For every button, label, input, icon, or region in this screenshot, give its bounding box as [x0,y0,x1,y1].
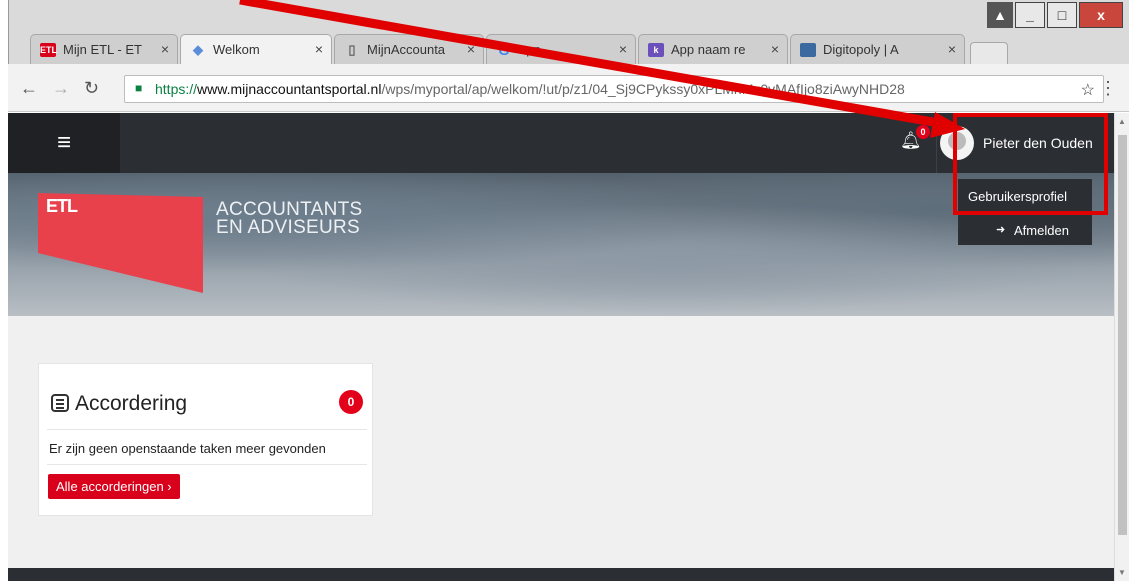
address-bar[interactable]: ■ https://www.mijnaccountantsportal.nl/w… [124,75,1104,103]
scroll-up-arrow-icon[interactable]: ▲ [1118,117,1126,126]
window-controls: ▲ _ □ x [987,2,1123,30]
all-approvals-button[interactable]: Alle accorderingen › [48,474,180,499]
minimize-button[interactable]: _ [1015,2,1045,28]
close-icon[interactable]: × [771,41,779,57]
etl-favicon-icon: ETL [40,43,57,57]
tab-digitopoly[interactable]: Digitopoly | A × [790,34,965,64]
logout-icon: ➜ [996,224,1006,236]
topbar-divider [936,113,937,173]
close-icon[interactable]: × [161,41,169,57]
close-icon[interactable]: × [948,41,956,57]
etl-logo: ETL [46,196,78,216]
lock-icon: ■ [135,81,143,95]
tab-label: Mijn ETL - ET [63,42,142,57]
card-count-badge: 0 [339,390,363,414]
url-scheme: https:// [155,81,198,97]
footer-bar [8,568,1114,581]
welcome-favicon-icon: ◆ [193,42,203,57]
tagline-line2: EN ADVISEURS [216,217,361,238]
approval-card: Accordering 0 Er zijn geen openstaande t… [38,363,373,516]
browser-toolbar: ← → ↻ ■ https://www.mijnaccountantsporta… [8,64,1129,112]
portal-topbar: ≡ 🔔︎ 0 Pieter den Ouden [8,113,1114,173]
card-divider [47,429,367,430]
tab-strip: ETL Mijn ETL - ET × ◆ Welkom × ▯ MijnAcc… [20,34,1020,64]
hero-banner: ETL ACCOUNTANTS EN ADVISEURS [8,173,1114,316]
checklist-icon [51,394,69,412]
google-favicon-icon: G [498,42,510,58]
tab-label: app [519,42,541,57]
portal-page: ≡ 🔔︎ 0 Pieter den Ouden ETL ACCOUNTANTS … [8,113,1114,581]
close-icon[interactable]: × [315,41,323,57]
digitopoly-favicon-icon [800,43,816,57]
logout-label: Afmelden [1014,223,1069,238]
brand-tagline: ACCOUNTANTS EN ADVISEURS [216,200,363,238]
notification-badge: 0 [916,125,930,139]
forward-arrow-icon[interactable]: → [52,78,70,99]
tab-welkom[interactable]: ◆ Welkom × [180,34,332,64]
annotation-highlight-box [953,113,1108,215]
hamburger-menu-icon[interactable]: ≡ [8,113,120,173]
menu-item-logout[interactable]: ➜ Afmelden [958,215,1092,245]
back-arrow-icon[interactable]: ← [20,78,38,99]
close-icon[interactable]: × [467,41,475,57]
tab-label: MijnAccounta [367,42,446,57]
card-message: Er zijn geen openstaande taken meer gevo… [49,441,326,456]
url-path-tail: y0xPLMnMz0vMAfIjo8ziAwyNHD28 [683,81,905,97]
tab-mijn-etl[interactable]: ETL Mijn ETL - ET × [30,34,178,64]
scroll-down-arrow-icon[interactable]: ▼ [1118,568,1126,577]
new-tab-button[interactable] [970,42,1008,64]
card-divider [47,464,367,465]
close-icon[interactable]: × [619,41,627,57]
profile-icon[interactable]: ▲ [987,2,1013,28]
url-host: www.mijnaccountantsportal.nl [197,81,382,97]
tab-app-naam[interactable]: k App naam re × [638,34,788,64]
k-favicon-icon: k [648,43,664,57]
tab-label: Welkom [213,42,260,57]
tab-label: Digitopoly | A [823,42,899,57]
tab-label: App naam re [671,42,746,57]
menu-kebab-icon[interactable]: ⋮ [1099,78,1117,99]
scroll-thumb[interactable] [1118,135,1127,535]
tab-google[interactable]: G app × [486,34,636,64]
bookmark-star-icon[interactable]: ☆ [1081,80,1095,100]
reload-icon[interactable]: ↻ [84,78,99,99]
tab-mijnaccountants[interactable]: ▯ MijnAccounta × [334,34,484,64]
url-path: /wps/myportal/ap/welkom/!ut/p/z1/04_Sj9C… [381,81,684,97]
maximize-button[interactable]: □ [1047,2,1077,28]
card-title-text: Accordering [75,392,188,415]
card-title: Accordering [51,392,187,416]
close-window-button[interactable]: x [1079,2,1123,28]
page-scrollbar[interactable]: ▲ ▼ [1114,113,1129,581]
page-favicon-icon: ▯ [348,42,356,57]
